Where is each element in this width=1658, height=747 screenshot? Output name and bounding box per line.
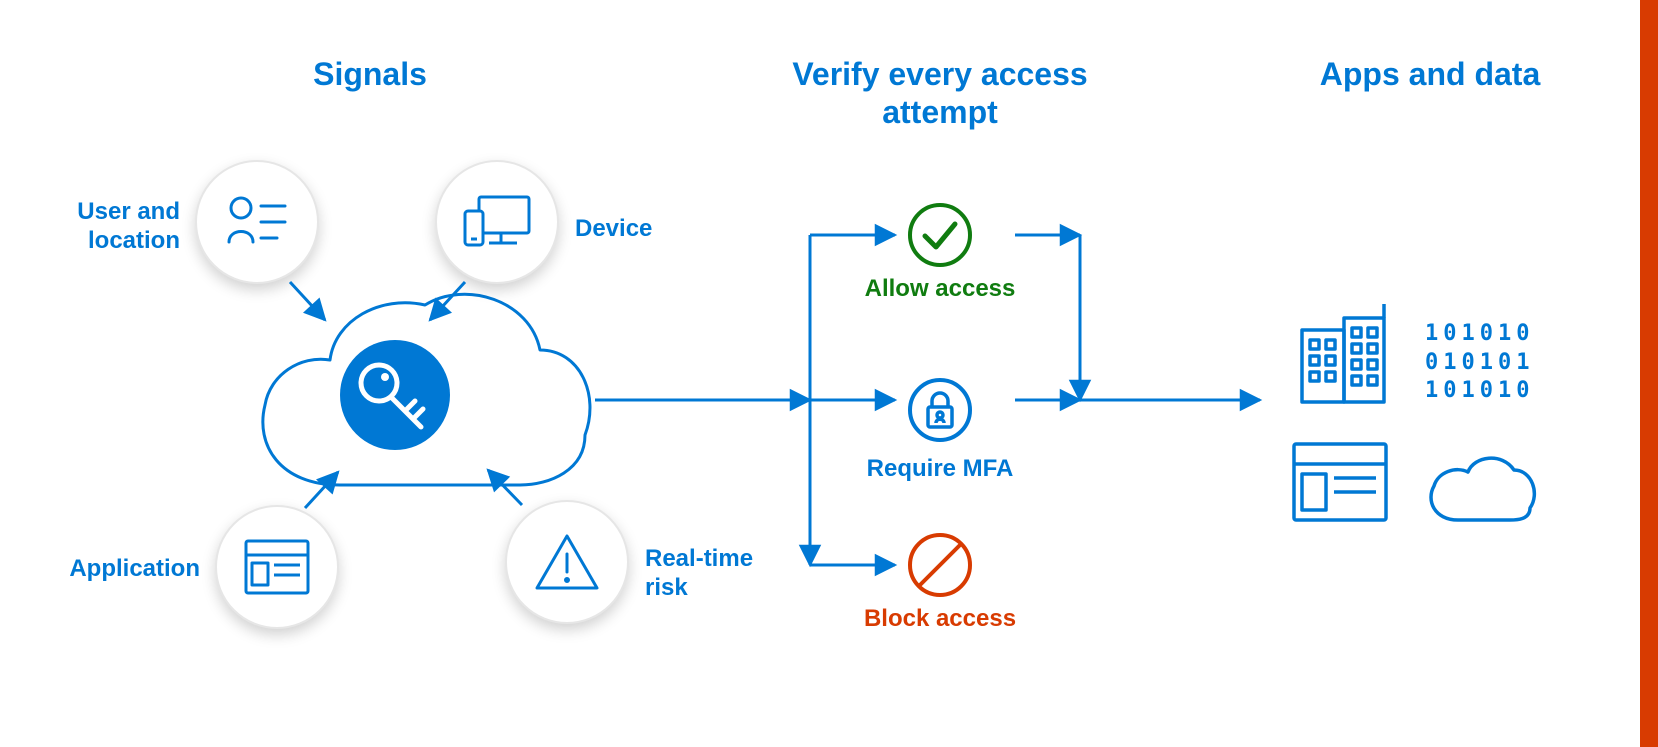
building-icon: [1290, 300, 1400, 410]
binary-row: 101010: [1425, 320, 1534, 349]
binary-row: 010101: [1425, 349, 1534, 378]
binary-data-icon: 101010 010101 101010: [1425, 320, 1534, 406]
checkmark-circle-icon: [905, 200, 975, 270]
connector-layer: [0, 0, 1658, 747]
lock-user-circle-icon: [905, 375, 975, 445]
binary-row: 101010: [1425, 377, 1534, 406]
app-window-icon-2: [1290, 440, 1390, 525]
cloud-icon: [1420, 450, 1540, 530]
no-entry-icon: [905, 530, 975, 600]
